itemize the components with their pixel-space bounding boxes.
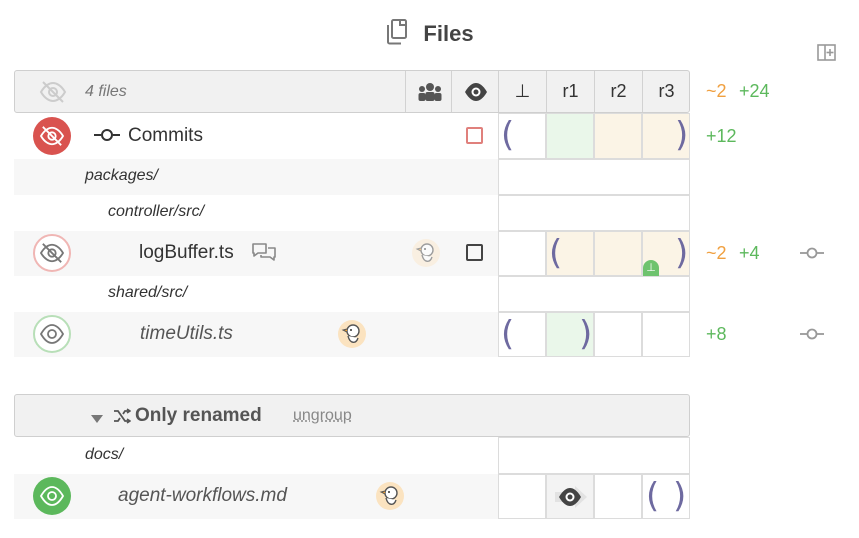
files-toolbar: 4 files ⊥ r1 r2 r3 — [14, 70, 690, 113]
commits-label[interactable]: Commits — [128, 125, 203, 147]
group-title: Only renamed — [135, 405, 262, 426]
comments-icon[interactable] — [251, 241, 277, 270]
logbuffer-cell-r3[interactable]: ) ⊥ — [642, 231, 690, 276]
commits-cell-r2[interactable] — [594, 113, 642, 159]
commit-icon[interactable] — [800, 245, 824, 266]
column-header-base[interactable]: ⊥ — [499, 71, 546, 112]
column-header-r1[interactable]: r1 — [547, 71, 594, 112]
total-stat-modified: ~2 — [706, 81, 727, 101]
agent-workflows-cell-r1[interactable] — [546, 474, 594, 519]
avatar — [412, 239, 440, 267]
commits-stat-added: +12 — [706, 126, 737, 146]
range-start-marker: ( — [646, 476, 660, 516]
column-header-r3[interactable]: r3 — [643, 71, 690, 112]
range-start-marker: ( — [501, 115, 515, 155]
commits-cell-r3[interactable]: ) — [642, 113, 690, 159]
files-icon — [385, 18, 409, 50]
caret-down-icon[interactable] — [91, 411, 103, 429]
file-row-bg — [14, 312, 498, 357]
agent-workflows-cell-r2[interactable] — [594, 474, 642, 519]
timeutils-cell-r1[interactable]: ) — [546, 312, 594, 357]
range-end-marker: ) — [579, 314, 593, 354]
eye-icon[interactable] — [464, 82, 488, 107]
commit-icon — [94, 126, 120, 149]
commits-checkbox[interactable] — [466, 127, 483, 144]
commit-icon[interactable] — [800, 326, 824, 347]
file-name-agent-workflows[interactable]: agent-workflows.md — [118, 485, 287, 507]
eye-icon — [40, 486, 64, 506]
eye-icon — [40, 324, 64, 344]
dir-shared-src: shared/src/ — [108, 284, 188, 301]
range-end-marker: ) — [673, 476, 687, 516]
dir-docs: docs/ — [85, 446, 124, 463]
logbuffer-stat-added: +4 — [739, 243, 760, 263]
sidebar-toggle-icon[interactable] — [816, 42, 840, 66]
dir-packages: packages/ — [85, 167, 158, 184]
total-stat-added: +24 — [739, 81, 770, 101]
agent-workflows-visibility-toggle[interactable] — [33, 477, 71, 515]
timeutils-visibility-toggle[interactable] — [33, 315, 71, 353]
column-header-r2[interactable]: r2 — [595, 71, 642, 112]
ungroup-link[interactable]: ungroup — [293, 395, 352, 436]
avatar — [376, 482, 404, 510]
page-header: Files — [0, 14, 859, 54]
commits-cell-base[interactable]: ( — [498, 113, 546, 159]
logbuffer-stat-modified: ~2 — [706, 243, 727, 263]
divider — [405, 71, 406, 112]
files-count: 4 files — [85, 83, 127, 100]
commits-cell-r1[interactable] — [546, 113, 594, 159]
eye-slash-icon[interactable] — [39, 80, 67, 109]
timeutils-cell-r3[interactable] — [642, 312, 690, 357]
dir-cells — [498, 276, 690, 312]
range-start-marker: ( — [501, 314, 515, 354]
eye-icon — [558, 487, 582, 512]
dir-controller-src: controller/src/ — [108, 203, 205, 220]
rename-shuffle-icon — [113, 408, 132, 429]
dir-cells — [498, 195, 690, 231]
logbuffer-checkbox[interactable] — [466, 244, 483, 261]
agent-workflows-cell-r3[interactable]: ( ) — [642, 474, 690, 519]
dir-cells — [498, 437, 690, 474]
file-name-logbuffer[interactable]: logBuffer.ts — [139, 242, 234, 264]
logbuffer-cell-r1[interactable]: ( — [546, 231, 594, 276]
dir-cells — [498, 159, 690, 195]
range-end-marker: ) — [675, 233, 689, 273]
logbuffer-cell-r2[interactable] — [594, 231, 642, 276]
range-end-marker: ) — [675, 115, 689, 155]
eye-slash-icon — [39, 243, 65, 263]
base-marker-badge: ⊥ — [643, 260, 659, 276]
users-icon[interactable] — [417, 82, 443, 107]
timeutils-stat-added: +8 — [706, 324, 727, 344]
logbuffer-cell-base[interactable] — [498, 231, 546, 276]
commits-visibility-toggle[interactable] — [33, 117, 71, 155]
file-name-timeutils[interactable]: timeUtils.ts — [140, 323, 233, 345]
eye-slash-icon — [39, 126, 65, 146]
logbuffer-visibility-toggle[interactable] — [33, 234, 71, 272]
avatar — [338, 320, 366, 348]
group-header: Only renamed ungroup — [14, 394, 690, 437]
timeutils-cell-r2[interactable] — [594, 312, 642, 357]
agent-workflows-cell-base[interactable] — [498, 474, 546, 519]
divider — [451, 71, 452, 112]
page-title: Files — [423, 21, 474, 46]
range-start-marker: ( — [549, 233, 563, 273]
timeutils-cell-base[interactable]: ( — [498, 312, 546, 357]
